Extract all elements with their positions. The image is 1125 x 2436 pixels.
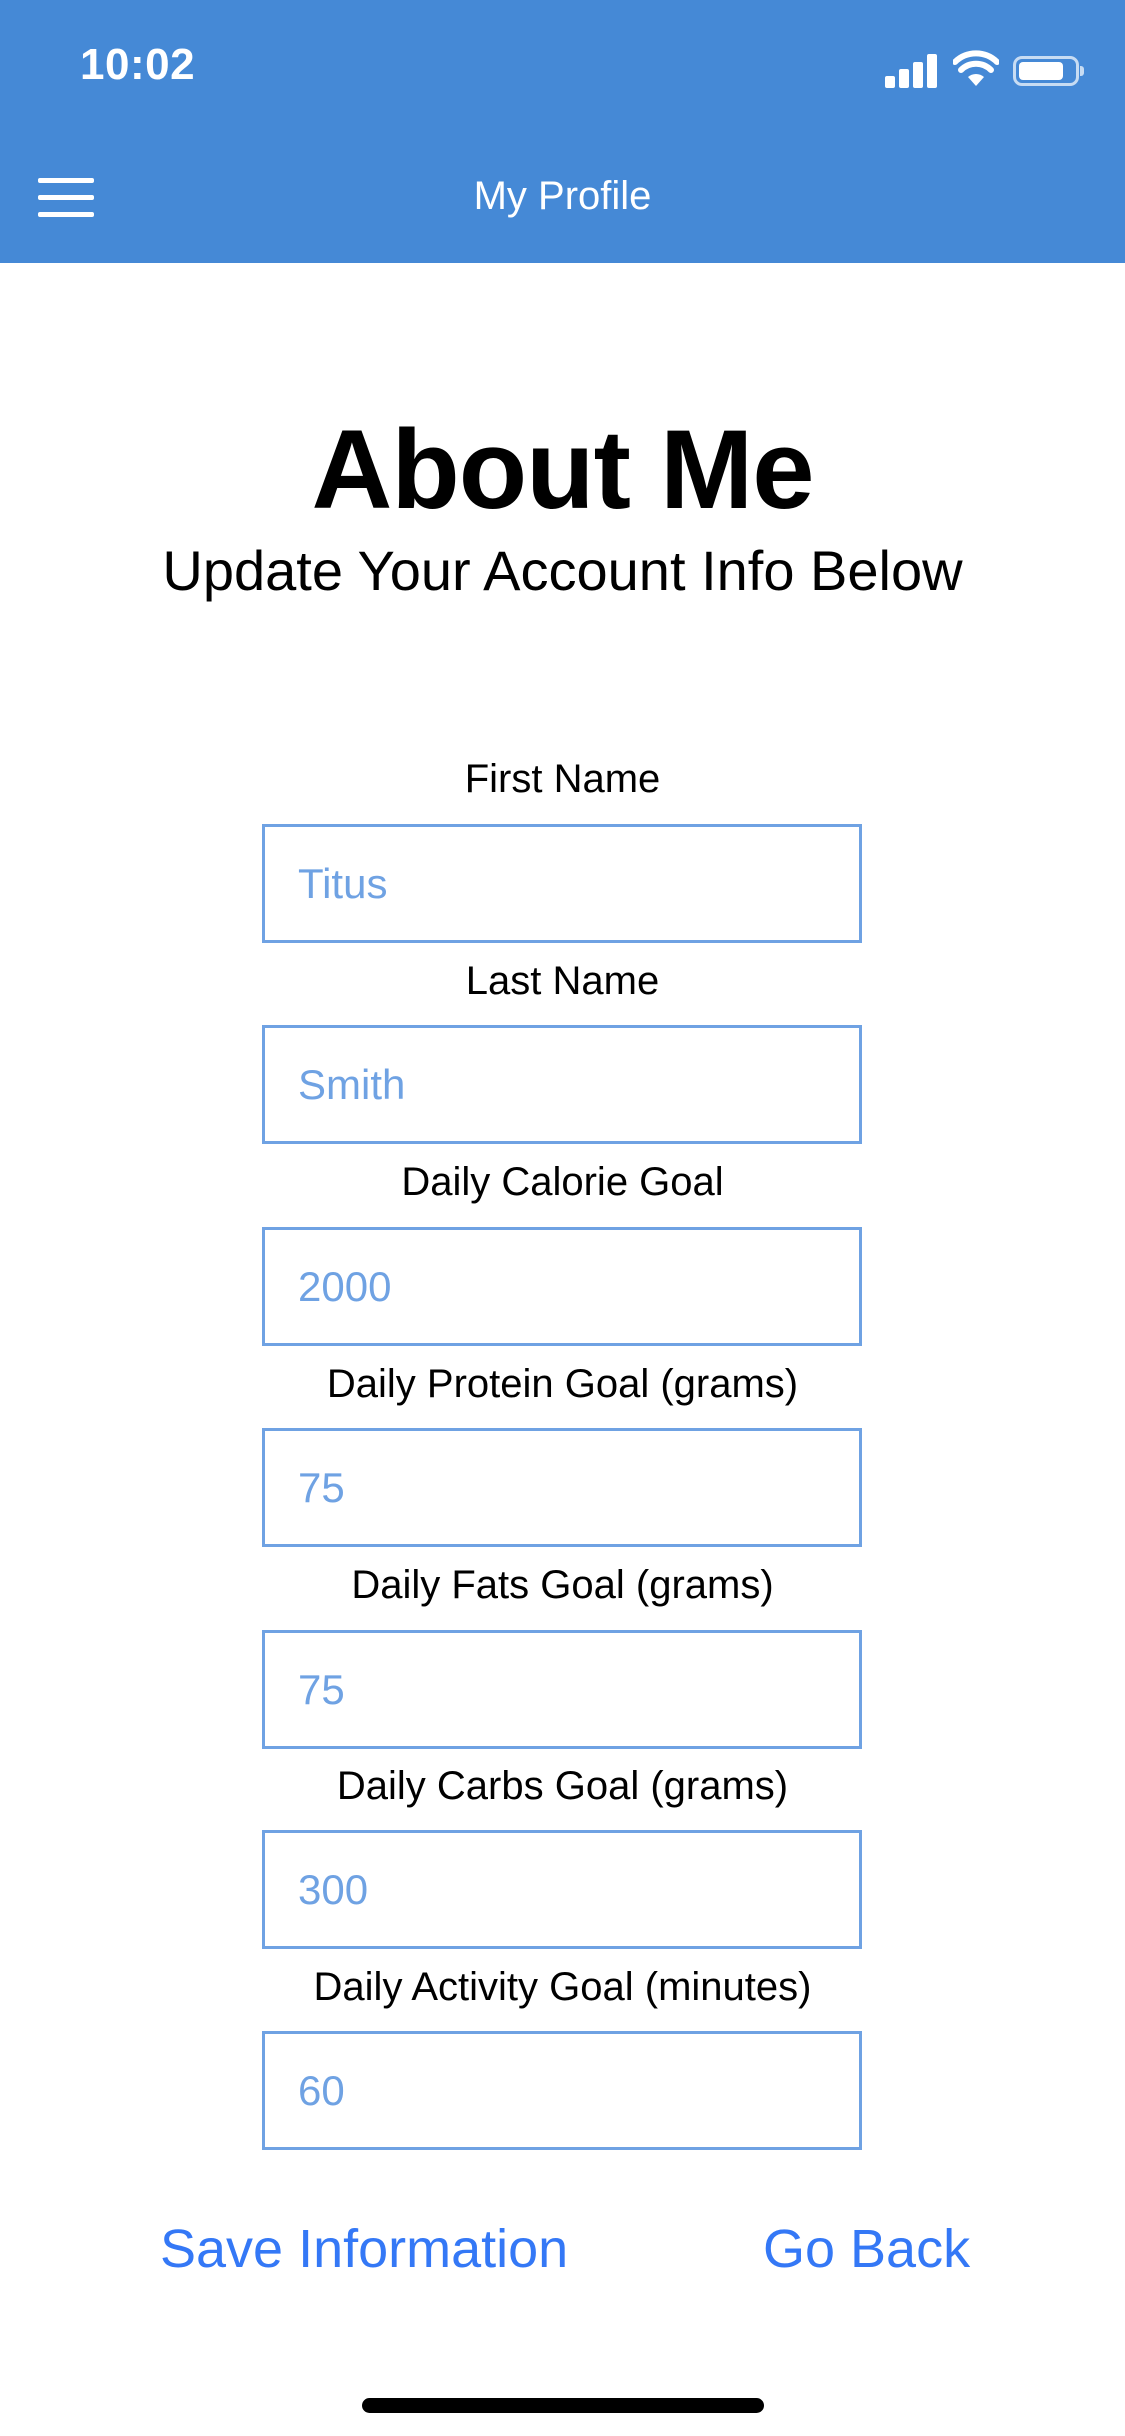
calorie-goal-field[interactable]	[262, 1227, 862, 1346]
battery-icon	[1013, 56, 1084, 86]
last-name-label: Last Name	[465, 959, 660, 1003]
app-header: 10:02 My Profile	[0, 0, 1125, 263]
protein-goal-label: Daily Protein Goal (grams)	[326, 1362, 799, 1406]
page-subtitle: Update Your Account Info Below	[162, 539, 963, 602]
status-icons	[885, 50, 1085, 90]
status-time: 10:02	[80, 40, 196, 89]
cellular-signal-icon	[885, 54, 939, 88]
first-name-field[interactable]	[262, 824, 862, 943]
last-name-field[interactable]	[262, 1025, 862, 1144]
carbs-goal-field[interactable]	[262, 1830, 862, 1949]
fats-goal-label: Daily Fats Goal (grams)	[351, 1563, 774, 1607]
go-back-button[interactable]: Go Back	[763, 2218, 970, 2280]
page-title: About Me	[311, 407, 814, 532]
fats-goal-field[interactable]	[262, 1630, 862, 1749]
activity-goal-field[interactable]	[262, 2031, 862, 2150]
protein-goal-field[interactable]	[262, 1428, 862, 1547]
first-name-label: First Name	[464, 757, 661, 801]
save-information-button[interactable]: Save Information	[160, 2218, 568, 2280]
calorie-goal-label: Daily Calorie Goal	[401, 1160, 724, 1204]
nav-title: My Profile	[473, 174, 652, 218]
profile-screen: 10:02 My Profile About Me Update Your Ac…	[0, 0, 1125, 2436]
activity-goal-label: Daily Activity Goal (minutes)	[313, 1965, 812, 2009]
wifi-icon	[953, 50, 999, 86]
carbs-goal-label: Daily Carbs Goal (grams)	[336, 1764, 789, 1808]
home-indicator[interactable]	[362, 2398, 764, 2413]
